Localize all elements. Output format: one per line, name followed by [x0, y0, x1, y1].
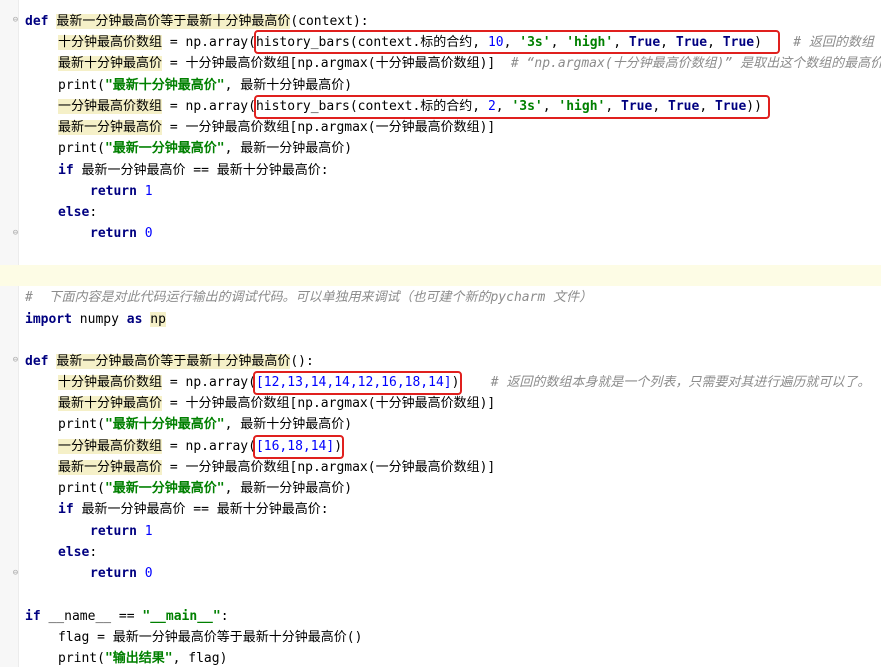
code-line[interactable]: 最新一分钟最高价 = 一分钟最高价数组[np.argmax(一分钟最高价数组)]	[58, 117, 495, 138]
code-line[interactable]: if __name__ == "__main__":	[25, 606, 229, 627]
code-line[interactable]: 最新十分钟最高价 = 十分钟最高价数组[np.argmax(十分钟最高价数组)]	[58, 393, 495, 414]
code-line[interactable]: return 0	[90, 223, 153, 244]
fold-open-icon[interactable]: ⊖	[11, 356, 20, 365]
code-line[interactable]: print("最新十分钟最高价", 最新十分钟最高价)	[58, 75, 352, 96]
code-line[interactable]: def 最新一分钟最高价等于最新十分钟最高价(context):	[25, 11, 369, 32]
caret-line-highlight	[0, 265, 881, 286]
code-line[interactable]: else:	[58, 542, 97, 563]
code-line[interactable]: flag = 最新一分钟最高价等于最新十分钟最高价()	[58, 627, 362, 648]
fold-open-icon[interactable]: ⊖	[11, 16, 20, 25]
highlight-box	[253, 371, 462, 395]
code-line[interactable]: 最新十分钟最高价 = 十分钟最高价数组[np.argmax(十分钟最高价数组)]…	[58, 53, 881, 74]
code-line[interactable]: if 最新一分钟最高价 == 最新十分钟最高价:	[58, 499, 329, 520]
highlight-box	[253, 435, 344, 459]
code-line[interactable]: print("输出结果", flag)	[58, 648, 227, 669]
code-line[interactable]: import numpy as np	[25, 309, 166, 330]
highlight-box	[254, 30, 780, 54]
code-line[interactable]: 十分钟最高价数组 = np.array([12,13,14,14,12,16,1…	[58, 372, 870, 393]
code-line[interactable]: if 最新一分钟最高价 == 最新十分钟最高价:	[58, 160, 329, 181]
code-line[interactable]: print("最新一分钟最高价", 最新一分钟最高价)	[58, 138, 352, 159]
fold-close-icon[interactable]: ⊖	[11, 569, 20, 578]
code-line[interactable]: 最新一分钟最高价 = 一分钟最高价数组[np.argmax(一分钟最高价数组)]	[58, 457, 495, 478]
editor-gutter	[0, 0, 19, 667]
code-line[interactable]: else:	[58, 202, 97, 223]
code-line[interactable]: return 0	[90, 563, 153, 584]
code-line[interactable]: print("最新一分钟最高价", 最新一分钟最高价)	[58, 478, 352, 499]
code-line[interactable]: print("最新十分钟最高价", 最新十分钟最高价)	[58, 414, 352, 435]
code-line[interactable]: return 1	[90, 521, 153, 542]
code-line[interactable]: return 1	[90, 181, 153, 202]
code-line[interactable]: # 下面内容是对此代码运行输出的调试代码。可以单独用来调试（也可建个新的pych…	[25, 287, 592, 308]
fold-close-icon[interactable]: ⊖	[11, 229, 20, 238]
highlight-box	[254, 95, 770, 119]
code-line[interactable]: def 最新一分钟最高价等于最新十分钟最高价():	[25, 351, 314, 372]
